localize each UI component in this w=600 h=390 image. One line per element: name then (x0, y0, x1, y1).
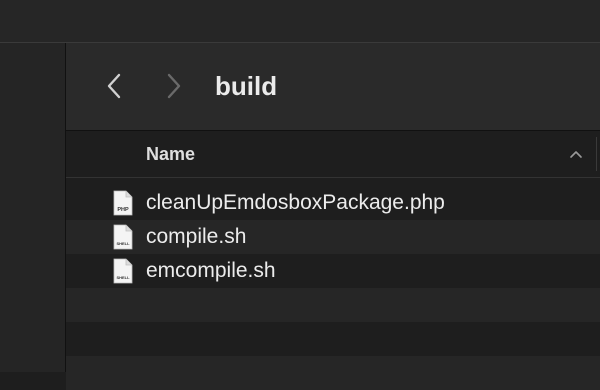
chevron-left-icon (107, 73, 121, 99)
shell-file-icon: SHELL (113, 258, 133, 284)
finder-main: build Name PHP cleanUpEmdosboxPackage.ph… (66, 43, 600, 390)
file-row-cleanup-php[interactable]: PHP cleanUpEmdosboxPackage.php (66, 186, 600, 220)
shell-file-icon: SHELL (113, 224, 133, 250)
window-titlebar (0, 0, 600, 43)
chevron-right-icon (167, 73, 181, 99)
svg-text:SHELL: SHELL (116, 241, 130, 246)
column-divider[interactable] (596, 137, 597, 171)
svg-text:PHP: PHP (117, 207, 129, 213)
file-row-compile-sh[interactable]: SHELL compile.sh (66, 220, 600, 254)
php-file-icon: PHP (113, 190, 133, 216)
forward-button[interactable] (160, 69, 188, 103)
column-header-name[interactable]: Name (146, 131, 195, 177)
toolbar: build (66, 43, 600, 131)
file-row-emcompile-sh[interactable]: SHELL emcompile.sh (66, 254, 600, 288)
back-button[interactable] (100, 69, 128, 103)
sort-ascending-icon[interactable] (568, 146, 584, 162)
file-name: emcompile.sh (146, 259, 276, 282)
file-list: PHP cleanUpEmdosboxPackage.php SHELL com… (66, 186, 600, 390)
file-name: cleanUpEmdosboxPackage.php (146, 191, 445, 214)
empty-row (66, 322, 600, 356)
empty-row (66, 356, 600, 390)
sidebar (0, 43, 66, 372)
list-header: Name (66, 131, 600, 178)
svg-text:SHELL: SHELL (116, 275, 130, 280)
empty-row (66, 288, 600, 322)
folder-title: build (215, 71, 278, 101)
file-name: compile.sh (146, 225, 247, 248)
